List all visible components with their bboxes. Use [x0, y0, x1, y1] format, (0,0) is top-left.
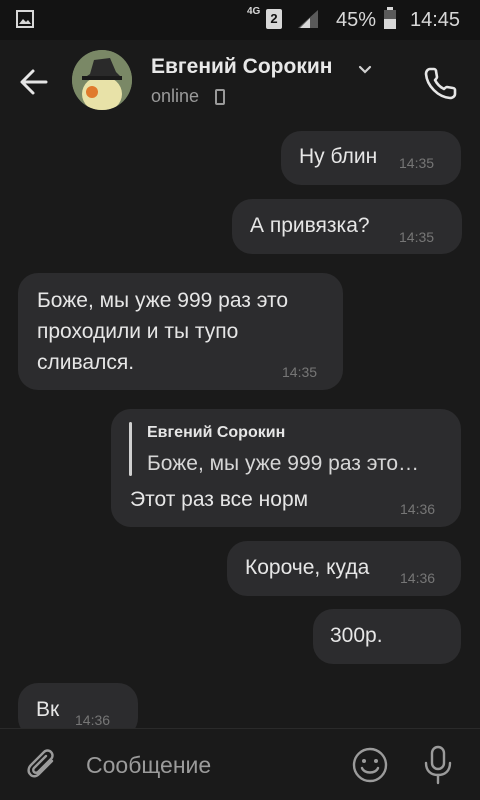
message-time: 14:35: [282, 364, 318, 380]
emoji-icon[interactable]: [350, 745, 390, 785]
back-arrow-icon[interactable]: [14, 62, 54, 102]
message-text: 300р.: [330, 624, 383, 647]
message-text: А привязка?: [250, 214, 370, 237]
contact-name[interactable]: Евгений Сорокин: [151, 55, 332, 79]
contact-status: online: [151, 86, 200, 106]
battery-icon: [384, 7, 396, 29]
reply-quote-bar: [129, 422, 132, 476]
message-time: 14:35: [399, 155, 435, 171]
message-composer: [0, 728, 480, 800]
chat-header: Евгений Сорокин online: [0, 40, 480, 120]
message-time: 14:36: [75, 712, 111, 728]
call-icon[interactable]: [420, 62, 462, 104]
gallery-notification-icon: [16, 10, 34, 28]
signal-icon: [298, 10, 318, 28]
paperclip-icon[interactable]: [22, 745, 62, 785]
message-bubble-outgoing-reply[interactable]: Евгений Сорокин Боже, мы уже 999 раз это…: [111, 409, 461, 527]
message-bubble-outgoing[interactable]: Короче, куда 14:36: [227, 541, 461, 596]
chevron-down-icon[interactable]: [357, 63, 373, 75]
message-time: 14:36: [400, 501, 436, 517]
microphone-icon[interactable]: [418, 743, 458, 787]
message-text: Вк: [36, 698, 60, 721]
reply-text[interactable]: Боже, мы уже 999 раз это…: [147, 449, 419, 479]
message-bubble-incoming[interactable]: Боже, мы уже 999 раз это проходили и ты …: [18, 273, 343, 390]
status-bar: 4G 2 45% 14:45: [0, 0, 480, 40]
message-text: Этот раз все норм: [130, 488, 309, 511]
message-time: 14:35: [399, 229, 435, 245]
message-bubble-outgoing[interactable]: Ну блин 14:35: [281, 131, 461, 185]
message-text: Ну блин: [299, 145, 378, 168]
network-type: 4G: [247, 6, 261, 17]
message-bubble-outgoing[interactable]: 300р.: [313, 609, 461, 664]
reply-author[interactable]: Евгений Сорокин: [147, 420, 285, 446]
message-time: 14:36: [400, 570, 436, 586]
message-bubble-incoming[interactable]: Вк 14:36: [18, 683, 138, 728]
message-input[interactable]: [86, 747, 336, 783]
mobile-phone-icon: [215, 89, 225, 105]
battery-percent: 45%: [336, 9, 377, 31]
message-text: Короче, куда: [245, 556, 370, 579]
message-bubble-outgoing[interactable]: А привязка? 14:35: [232, 199, 462, 254]
status-time: 14:45: [410, 9, 461, 31]
avatar[interactable]: [72, 50, 132, 110]
sim-slot-badge: 2: [266, 9, 282, 29]
avatar-image: [72, 50, 132, 110]
message-list[interactable]: Ну блин 14:35 А привязка? 14:35 Боже, мы…: [0, 120, 480, 728]
